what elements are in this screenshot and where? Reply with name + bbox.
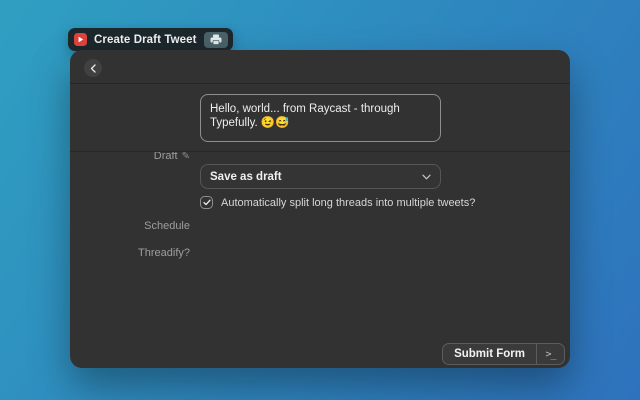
schedule-dropdown[interactable]: Save as draft — [200, 164, 441, 189]
schedule-dropdown-value: Save as draft — [210, 170, 282, 183]
printer-badge-button[interactable] — [203, 31, 228, 48]
submit-form-button[interactable]: Submit Form — [443, 344, 536, 364]
schedule-label-text: Schedule — [144, 220, 190, 232]
command-tab[interactable]: Create Draft Tweet — [68, 28, 233, 51]
schedule-field-label: Schedule — [70, 220, 190, 232]
draft-input[interactable]: Hello, world... from Raycast - through T… — [200, 94, 441, 142]
chevron-left-icon — [90, 63, 96, 73]
terminal-prompt-icon[interactable]: >_ — [537, 344, 564, 364]
command-tab-title: Create Draft Tweet — [94, 33, 197, 46]
threadify-field-label: Threadify? — [70, 247, 190, 259]
printer-icon — [210, 34, 222, 45]
typefully-app-icon — [74, 33, 87, 46]
header-divider — [70, 83, 570, 84]
section-divider — [70, 151, 570, 152]
desktop-background: Create Draft Tweet Draft ✎ Hello, world.… — [0, 0, 640, 400]
raycast-window: Draft ✎ Hello, world... from Raycast - t… — [70, 50, 570, 368]
check-icon — [202, 199, 211, 206]
back-button[interactable] — [84, 59, 102, 77]
chevron-down-icon — [422, 174, 431, 179]
threadify-checkbox-label: Automatically split long threads into mu… — [221, 197, 476, 209]
submit-group: Submit Form >_ — [442, 343, 565, 365]
threadify-checkbox[interactable] — [200, 196, 213, 209]
threadify-label-text: Threadify? — [138, 247, 190, 259]
pencil-icon: ✎ — [181, 150, 190, 162]
